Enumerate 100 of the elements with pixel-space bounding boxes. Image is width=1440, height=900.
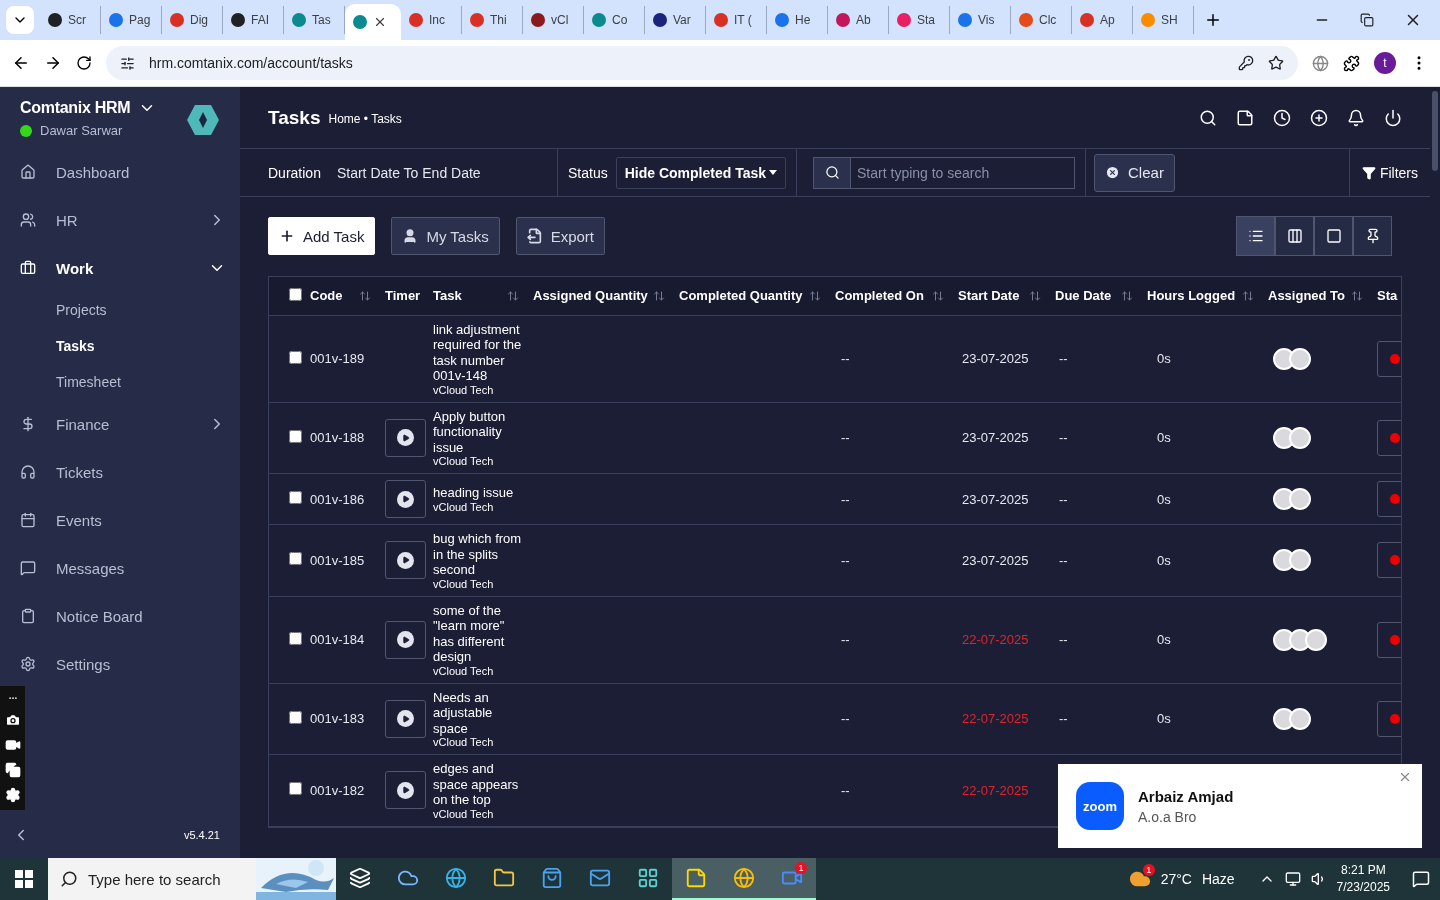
back-icon[interactable]	[12, 54, 30, 72]
timer-button[interactable]	[385, 771, 426, 810]
address-bar[interactable]: hrm.comtanix.com/account/tasks	[106, 46, 1298, 80]
scrollbar[interactable]	[1430, 87, 1440, 858]
store-icon[interactable]	[541, 867, 563, 889]
task-view-icon[interactable]	[349, 867, 371, 889]
nav-item[interactable]: Settings	[0, 640, 240, 688]
clock-icon[interactable]	[1273, 108, 1291, 127]
notifications-icon[interactable]	[1412, 870, 1430, 888]
avatar[interactable]	[1305, 628, 1327, 651]
browser-tab[interactable]: Scr	[40, 6, 101, 34]
pin-button[interactable]	[1353, 216, 1392, 256]
sticky-note-icon[interactable]	[685, 867, 707, 889]
browser-tab[interactable]: Dig	[162, 6, 223, 34]
nav-item[interactable]: Events	[0, 496, 240, 544]
browser-tab[interactable]: Sta	[889, 6, 950, 34]
timer-button[interactable]	[385, 620, 426, 659]
reload-icon[interactable]	[76, 55, 92, 71]
action-button[interactable]: Export	[515, 217, 606, 255]
folder-icon[interactable]	[493, 867, 515, 889]
app-icon[interactable]	[637, 867, 659, 889]
sort-icon[interactable]	[653, 289, 665, 302]
select-all-checkbox[interactable]	[289, 287, 302, 301]
sort-icon[interactable]	[1029, 289, 1041, 302]
row-checkbox[interactable]	[289, 782, 302, 796]
temperature[interactable]: 27°C	[1160, 871, 1192, 887]
board-view-button[interactable]	[1275, 216, 1314, 256]
column-header[interactable]: Task	[433, 288, 462, 304]
timer-button[interactable]	[385, 418, 426, 457]
clock[interactable]: 8:21 PM 7/23/2025	[1336, 862, 1390, 896]
browser-tab[interactable]: Clc	[1011, 6, 1072, 34]
window-icon[interactable]	[4, 762, 21, 779]
browser-tab[interactable]: Ab	[828, 6, 889, 34]
browser-tab[interactable]: Thi	[462, 6, 523, 34]
nav-item[interactable]: HR	[0, 196, 240, 244]
action-button[interactable]: My Tasks	[391, 217, 500, 255]
restore-icon[interactable]	[1360, 13, 1374, 27]
avatar[interactable]	[1289, 426, 1311, 449]
forward-icon[interactable]	[44, 54, 62, 72]
browser-tab[interactable]: Vis	[950, 6, 1011, 34]
browser-tab[interactable]: Pag	[101, 6, 162, 34]
nav-item[interactable]: Messages	[0, 544, 240, 592]
sort-icon[interactable]	[1242, 289, 1254, 302]
browser-tab[interactable]: SH	[1133, 6, 1194, 34]
search-icon[interactable]	[1199, 108, 1217, 127]
network-icon[interactable]	[1284, 871, 1301, 887]
task-name[interactable]: Apply button functionality issue	[433, 408, 523, 455]
tab-search-button[interactable]	[6, 6, 34, 34]
date-range-field[interactable]: Start Date To End Date	[336, 164, 481, 181]
power-icon[interactable]	[1384, 108, 1402, 127]
note-icon[interactable]	[1236, 108, 1254, 127]
timer-button[interactable]	[385, 541, 426, 580]
browser-tab[interactable]: vCl	[523, 6, 584, 34]
mail-icon[interactable]	[589, 867, 611, 889]
avatar[interactable]	[1289, 488, 1311, 510]
sort-icon[interactable]	[932, 289, 944, 302]
status-dropdown[interactable]: Hide Completed Task	[615, 156, 787, 189]
nav-item[interactable]: Finance	[0, 400, 240, 448]
bell-icon[interactable]	[1347, 108, 1365, 127]
action-button[interactable]: Add Task	[268, 217, 376, 255]
taskbar-search-field[interactable]: Type here to search	[48, 858, 336, 900]
task-name[interactable]: heading issue	[433, 485, 523, 501]
timer-button[interactable]	[385, 699, 426, 738]
nav-item[interactable]: Tickets	[0, 448, 240, 496]
browser-tab[interactable]: He	[767, 6, 828, 34]
browser-tab[interactable]: Co	[584, 6, 645, 34]
avatar[interactable]	[1289, 707, 1311, 730]
weather-condition[interactable]: Haze	[1201, 871, 1235, 887]
browser-tab[interactable]: IT (	[706, 6, 767, 34]
calendar-view-button[interactable]	[1314, 216, 1353, 256]
row-checkbox[interactable]	[289, 631, 302, 645]
extensions-icon[interactable]	[1343, 54, 1360, 72]
sort-icon[interactable]	[809, 289, 821, 302]
windows-start-icon[interactable]	[15, 870, 33, 888]
close-icon[interactable]	[373, 15, 387, 29]
browser-icon[interactable]	[445, 867, 467, 889]
add-icon[interactable]	[1310, 108, 1328, 127]
globe-icon[interactable]	[1312, 54, 1329, 72]
list-view-button[interactable]	[1236, 216, 1275, 256]
key-icon[interactable]	[1238, 55, 1254, 71]
column-header[interactable]: Code	[310, 288, 343, 304]
task-name[interactable]: bug which from in the splits second	[433, 531, 523, 578]
avatar[interactable]	[1289, 347, 1311, 370]
sort-icon[interactable]	[359, 289, 371, 302]
avatar[interactable]	[1289, 549, 1311, 572]
sort-icon[interactable]	[507, 289, 519, 302]
task-name[interactable]: some of the "learn more" has different design	[433, 602, 523, 665]
site-settings-icon[interactable]	[120, 55, 135, 71]
nav-item[interactable]: Notice Board	[0, 592, 240, 640]
row-checkbox[interactable]	[289, 491, 302, 504]
task-name[interactable]: edges and space appears on the top	[433, 761, 523, 808]
nav-item[interactable]: Work	[0, 244, 240, 292]
nav-subitem[interactable]: Timesheet	[0, 364, 240, 400]
sort-icon[interactable]	[1121, 289, 1133, 302]
settings-icon[interactable]	[4, 787, 21, 804]
search-field[interactable]: Start typing to search	[851, 156, 1076, 189]
browser-tab[interactable]: Ap	[1072, 6, 1133, 34]
nav-subitem[interactable]: Tasks	[0, 328, 240, 364]
task-name[interactable]: link adjustment required for the task number 001v-148	[433, 321, 523, 384]
browser-tab[interactable]: FAI	[223, 6, 284, 34]
